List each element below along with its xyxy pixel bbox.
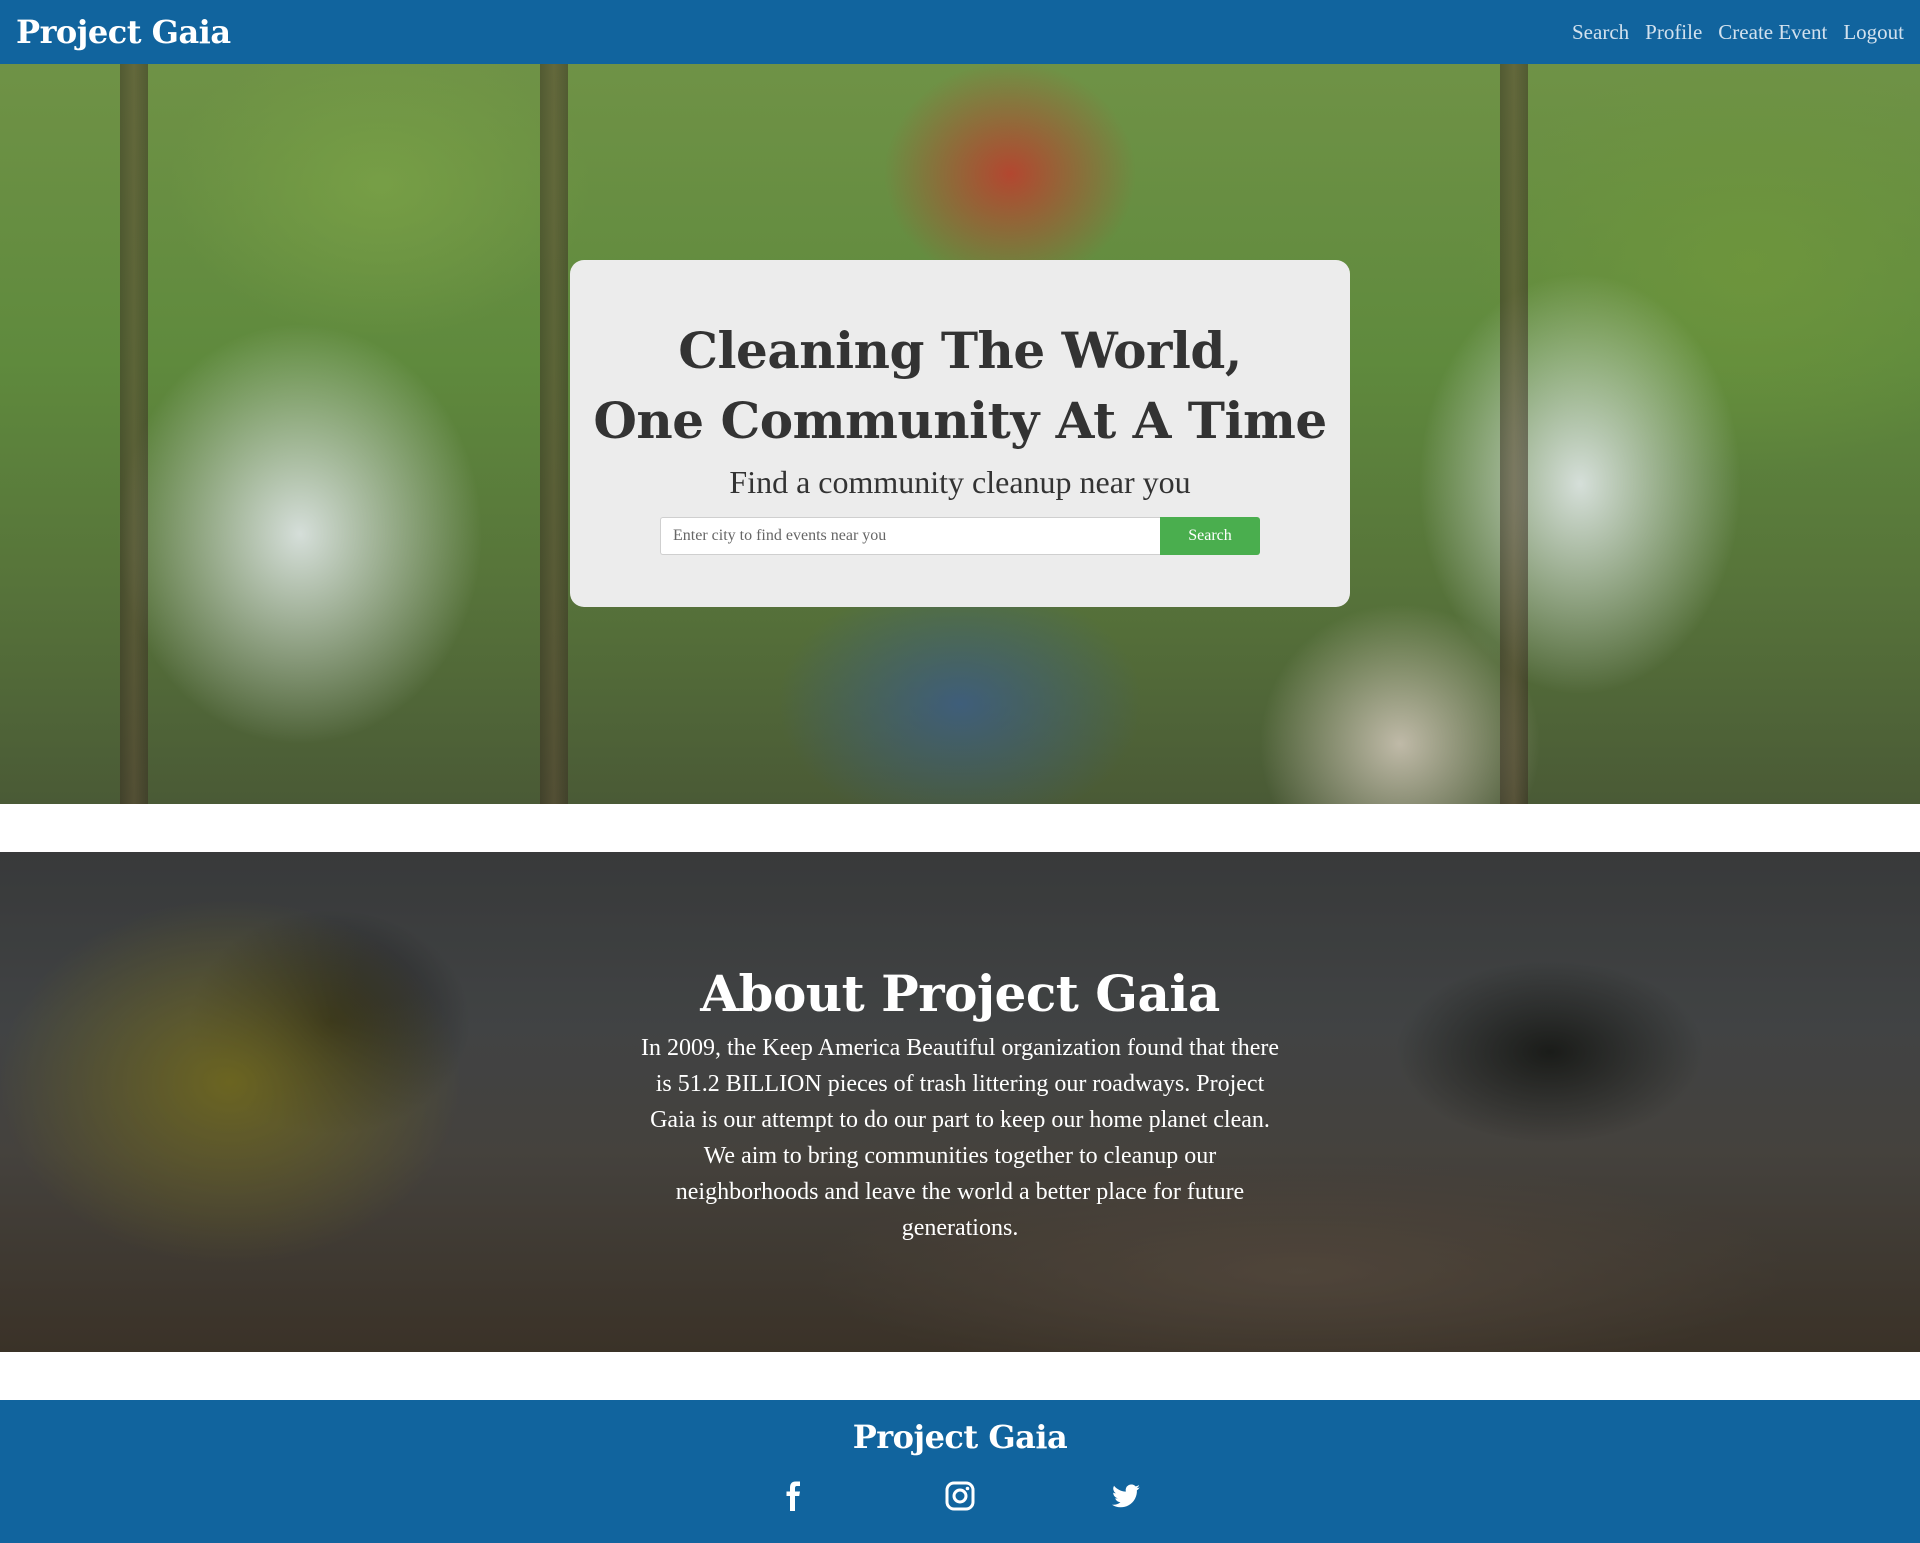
about-title: About Project Gaia (700, 964, 1220, 1023)
search-form: Search (570, 517, 1350, 555)
twitter-icon[interactable] (1110, 1480, 1142, 1512)
hero-subtitle: Find a community cleanup near you (729, 464, 1191, 500)
nav-link-profile[interactable]: Profile (1645, 20, 1702, 45)
instagram-icon[interactable] (944, 1480, 976, 1512)
nav-link-create-event[interactable]: Create Event (1718, 20, 1827, 45)
nav-link-search[interactable]: Search (1572, 20, 1629, 45)
search-button[interactable]: Search (1160, 517, 1260, 555)
about-text: In 2009, the Keep America Beautiful orga… (640, 1035, 1279, 1241)
hero-title-line-2: One Community At A Time (593, 391, 1327, 450)
footer: Project Gaia (0, 1400, 1920, 1543)
about-section: About Project Gaia In 2009, the Keep Ame… (0, 852, 1920, 1352)
facebook-icon[interactable] (778, 1480, 810, 1512)
nav-links: Search Profile Create Event Logout (1572, 20, 1904, 45)
footer-brand: Project Gaia (852, 1418, 1068, 1456)
navbar: Project Gaia Search Profile Create Event… (0, 0, 1920, 64)
city-search-input[interactable] (660, 517, 1160, 555)
hero-card: Cleaning The World, One Community At A T… (570, 260, 1350, 607)
hero-photo-detail (1500, 64, 1528, 804)
hero-photo-detail (540, 64, 568, 804)
hero-photo-detail (120, 64, 148, 804)
brand-logo[interactable]: Project Gaia (16, 13, 231, 51)
about-content: About Project Gaia In 2009, the Keep Ame… (0, 962, 1920, 1246)
hero-section: Cleaning The World, One Community At A T… (0, 64, 1920, 804)
social-links (0, 1480, 1920, 1516)
hero-title: Cleaning The World, One Community At A T… (570, 316, 1350, 456)
nav-link-logout[interactable]: Logout (1843, 20, 1904, 45)
hero-title-line-1: Cleaning The World, (678, 321, 1242, 380)
